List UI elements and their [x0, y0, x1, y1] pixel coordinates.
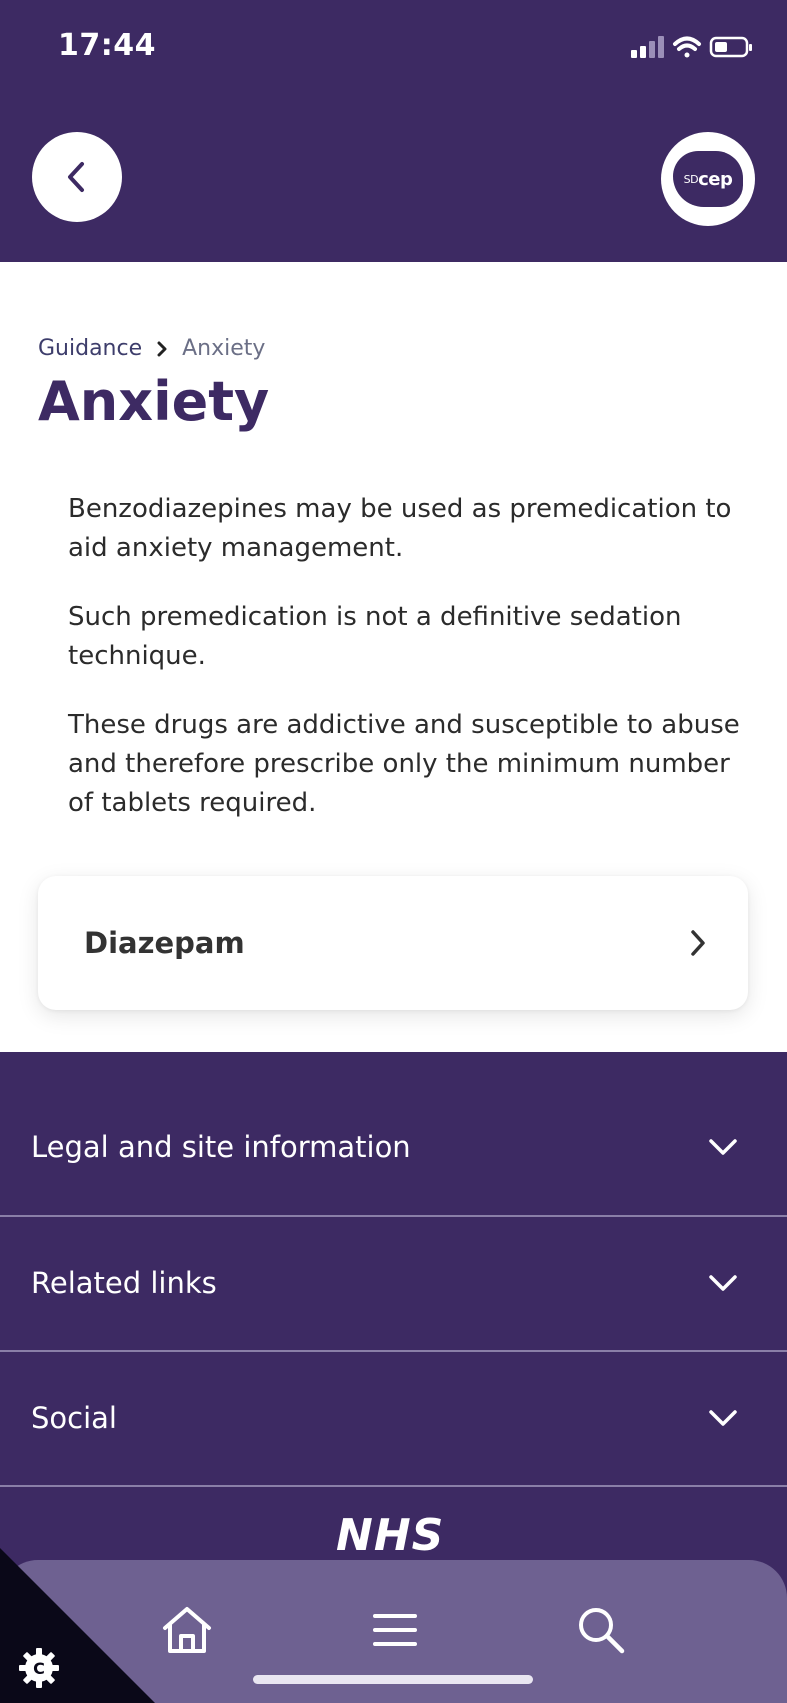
logo-suffix: cep	[698, 168, 733, 190]
accordion-label: Related links	[31, 1266, 217, 1300]
divider	[0, 1485, 787, 1487]
chevron-left-icon	[68, 162, 84, 192]
accordion-social[interactable]: Social	[0, 1351, 787, 1485]
breadcrumb-current: Anxiety	[182, 336, 266, 361]
signal-icon	[631, 36, 664, 58]
menu-icon	[373, 1614, 417, 1646]
accordion-related-links[interactable]: Related links	[0, 1216, 787, 1350]
diazepam-card[interactable]: Diazepam	[38, 876, 748, 1010]
back-button[interactable]	[32, 132, 122, 222]
guidance-text: Benzodiazepines may be used as premedica…	[68, 490, 758, 853]
battery-icon	[709, 36, 752, 58]
gear-icon[interactable]: C	[18, 1647, 60, 1689]
chevron-down-icon	[709, 1275, 737, 1291]
card-label: Diazepam	[84, 926, 245, 960]
paragraph: Such premedication is not a definitive s…	[68, 602, 682, 671]
search-icon	[579, 1608, 625, 1654]
chevron-down-icon	[709, 1410, 737, 1426]
logo-prefix: SD	[683, 172, 699, 186]
paragraph: These drugs are addictive and susceptibl…	[68, 710, 740, 818]
status-icons	[631, 36, 752, 58]
accordion-legal[interactable]: Legal and site information	[0, 1080, 787, 1214]
accordion-label: Legal and site information	[31, 1130, 411, 1164]
home-tab[interactable]	[157, 1600, 217, 1660]
wifi-icon	[673, 36, 701, 58]
status-time: 17:44	[58, 28, 156, 63]
breadcrumb: Guidance Anxiety	[38, 336, 265, 361]
nhs-logo: NHS	[336, 1510, 445, 1561]
chevron-right-icon	[691, 930, 705, 956]
accordion-label: Social	[31, 1401, 117, 1435]
search-tab[interactable]	[571, 1600, 631, 1660]
app-header: 17:44 SD cep	[0, 0, 787, 262]
breadcrumb-guidance-link[interactable]: Guidance	[38, 336, 142, 361]
chevron-down-icon	[709, 1139, 737, 1155]
sdcep-logo[interactable]: SD cep	[661, 132, 755, 226]
svg-text:C: C	[33, 1659, 45, 1678]
paragraph: Benzodiazepines may be used as premedica…	[68, 494, 732, 563]
page-title: Anxiety	[38, 370, 270, 433]
menu-tab[interactable]	[365, 1600, 425, 1660]
chevron-right-icon	[157, 341, 167, 356]
home-icon	[163, 1607, 211, 1653]
home-indicator	[253, 1675, 533, 1684]
